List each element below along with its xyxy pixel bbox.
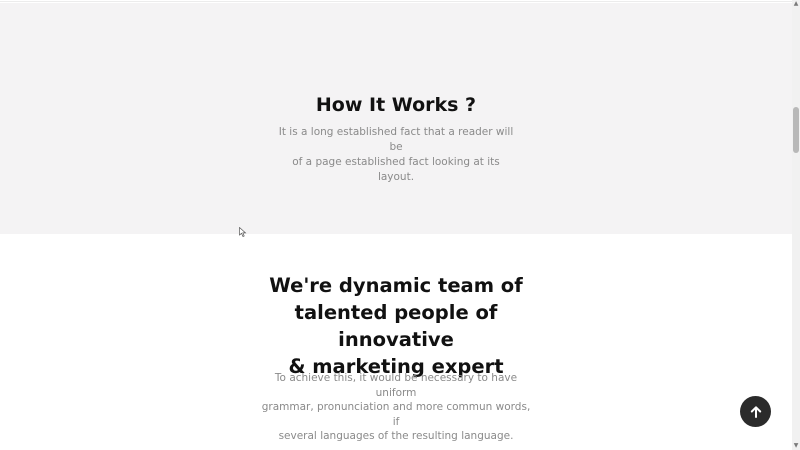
scroll-up-arrow-icon[interactable]: ▲	[793, 1, 799, 7]
how-it-works-section: How It Works ? It is a long established …	[0, 3, 792, 234]
how-it-works-description-line-1: It is a long established fact that a rea…	[278, 126, 514, 153]
page-viewport: How It Works ? It is a long established …	[0, 0, 800, 450]
scrollbar-thumb[interactable]	[793, 107, 799, 153]
arrow-up-icon	[750, 405, 761, 418]
how-it-works-description: It is a long established fact that a rea…	[276, 125, 516, 185]
how-it-works-description-line-2: of a page established fact looking at it…	[292, 156, 500, 183]
mouse-cursor-icon	[239, 227, 247, 237]
team-description: To achieve this, it would be necessary t…	[260, 371, 532, 444]
vertical-scrollbar[interactable]: ▲ ▼	[792, 0, 800, 450]
team-description-line-2: grammar, pronunciation and more commun w…	[261, 401, 531, 428]
team-description-line-3: several languages of the resulting langu…	[278, 430, 514, 442]
scroll-down-arrow-icon[interactable]: ▼	[793, 443, 799, 449]
top-border	[0, 0, 792, 2]
how-it-works-title: How It Works ?	[315, 94, 477, 116]
team-description-line-1: To achieve this, it would be necessary t…	[274, 372, 518, 399]
back-to-top-button[interactable]	[740, 396, 771, 427]
team-section: We're dynamic team of talented people of…	[0, 234, 792, 450]
team-title-line-1: We're dynamic team of	[269, 274, 523, 297]
team-title: We're dynamic team of talented people of…	[246, 272, 546, 380]
team-title-line-2: talented people of innovative	[294, 301, 498, 351]
